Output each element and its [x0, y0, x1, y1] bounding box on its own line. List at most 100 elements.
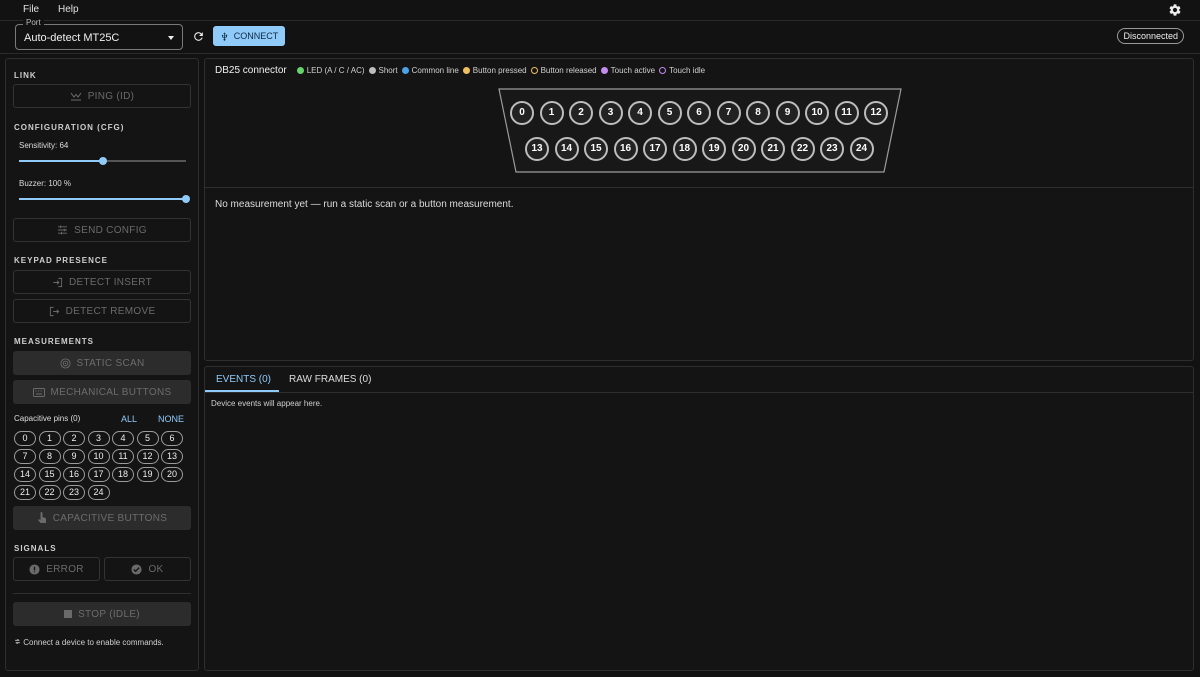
db25-pin[interactable]: 21 — [761, 137, 785, 161]
menu-file[interactable]: File — [23, 4, 39, 15]
legend-dot-icon — [659, 67, 667, 74]
link-section-title: LINK — [14, 71, 37, 80]
refresh-icon[interactable] — [192, 30, 205, 43]
error-button[interactable]: ERROR — [13, 557, 100, 581]
sensitivity-thumb[interactable] — [98, 157, 107, 165]
db25-pin[interactable]: 24 — [849, 137, 874, 161]
capacitive-pin-chip[interactable]: 11 — [112, 449, 134, 464]
capacitive-pin-chip[interactable]: 20 — [161, 467, 183, 482]
capacitive-pin-chip[interactable]: 21 — [14, 485, 36, 500]
db25-pin[interactable]: 13 — [525, 137, 549, 161]
capacitive-pin-chip[interactable]: 7 — [14, 449, 36, 464]
db25-pin[interactable]: 12 — [864, 101, 888, 125]
connect-button[interactable]: CONNECT — [213, 26, 285, 46]
detect-insert-button[interactable]: DETECT INSERT — [13, 270, 191, 294]
db25-pin[interactable]: 14 — [554, 137, 579, 161]
db25-pin[interactable]: 23 — [820, 137, 844, 161]
capacitive-pin-chip[interactable]: 16 — [63, 467, 85, 482]
capacitive-pin-chip[interactable]: 24 — [87, 485, 110, 500]
capacitive-pin-chip[interactable]: 18 — [112, 467, 134, 482]
capacitive-pin-chip[interactable]: 4 — [112, 431, 134, 446]
no-measurement-message: No measurement yet — run a static scan o… — [215, 199, 514, 210]
db25-pin[interactable]: 4 — [628, 101, 652, 125]
capacitive-pin-chip[interactable]: 2 — [63, 431, 85, 446]
detect-remove-label: DETECT REMOVE — [65, 305, 156, 317]
legend-dot-icon — [368, 67, 376, 74]
tab-divider — [205, 392, 1193, 393]
capacitive-pin-chip[interactable]: 13 — [161, 449, 183, 464]
port-value: Auto-detect MT25C — [24, 32, 120, 44]
capacitive-pin-chip[interactable]: 22 — [38, 485, 61, 500]
ping-icon — [70, 92, 82, 101]
db25-pin[interactable]: 11 — [834, 101, 859, 125]
gear-icon[interactable] — [1168, 3, 1182, 17]
login-icon — [53, 277, 63, 287]
select-none-link[interactable]: NONE — [158, 414, 184, 424]
hint-text: Connect a device to enable commands. — [14, 638, 164, 647]
capacitive-pin-chip[interactable]: 19 — [136, 467, 159, 482]
legend-item: Short — [368, 66, 398, 75]
tab-raw-frames[interactable]: RAW FRAMES (0) — [289, 374, 371, 385]
tab-events[interactable]: EVENTS (0) — [216, 374, 271, 385]
legend-item: Touch idle — [659, 66, 705, 75]
db25-pin[interactable]: 1 — [539, 101, 564, 125]
capacitive-pin-chip[interactable]: 0 — [14, 431, 36, 446]
db25-pin[interactable]: 16 — [613, 137, 638, 161]
capacitive-pin-chip[interactable]: 8 — [38, 449, 61, 464]
ping-label: PING (ID) — [87, 90, 135, 102]
error-icon — [29, 563, 40, 575]
db25-pin[interactable]: 9 — [775, 101, 800, 125]
static-scan-button[interactable]: STATIC SCAN — [13, 351, 191, 375]
send-config-button[interactable]: SEND CONFIG — [13, 218, 191, 242]
legend-item: Common line — [401, 66, 459, 75]
capacitive-pin-chip[interactable]: 14 — [14, 467, 36, 482]
capacitive-pin-chip[interactable]: 12 — [136, 449, 159, 464]
capacitive-pin-chip[interactable]: 9 — [63, 449, 85, 464]
legend-dot-icon — [401, 67, 409, 74]
divider — [13, 593, 191, 594]
usb-icon — [221, 31, 227, 41]
capacitive-pin-chip[interactable]: 15 — [38, 467, 61, 482]
ping-button[interactable]: PING (ID) — [13, 84, 191, 108]
buzzer-thumb[interactable] — [182, 195, 190, 203]
ok-label: OK — [148, 563, 164, 575]
db25-pin[interactable]: 6 — [687, 101, 711, 125]
capacitive-pin-chip[interactable]: 23 — [63, 485, 85, 500]
capacitive-pin-chip[interactable]: 1 — [38, 431, 61, 446]
detect-remove-button[interactable]: DETECT REMOVE — [13, 299, 191, 323]
db25-pin[interactable]: 2 — [569, 101, 593, 125]
mechanical-buttons-button[interactable]: MECHANICAL BUTTONS — [13, 380, 191, 404]
sensitivity-slider[interactable] — [19, 157, 186, 165]
db25-pin[interactable]: 5 — [657, 101, 682, 125]
capacitive-buttons-button[interactable]: CAPACITIVE BUTTONS — [13, 506, 191, 530]
db25-pin[interactable]: 10 — [805, 101, 829, 125]
db25-pin[interactable]: 0 — [510, 101, 534, 125]
ok-button[interactable]: OK — [104, 557, 191, 581]
static-scan-label: STATIC SCAN — [76, 357, 145, 369]
keyboard-icon — [32, 387, 45, 397]
db25-pin[interactable]: 15 — [584, 137, 608, 161]
db25-pin[interactable]: 7 — [716, 101, 741, 125]
db25-pin[interactable]: 3 — [598, 101, 623, 125]
connector-title: DB25 connector — [215, 65, 287, 76]
legend-item: Touch active — [600, 66, 655, 75]
menu-help[interactable]: Help — [58, 4, 79, 15]
capacitive-pin-chip[interactable]: 17 — [87, 467, 110, 482]
stop-button[interactable]: STOP (IDLE) — [13, 602, 191, 626]
db25-pin[interactable]: 18 — [672, 137, 697, 161]
port-select[interactable]: Port Auto-detect MT25C — [15, 18, 183, 50]
db25-pin[interactable]: 19 — [702, 137, 726, 161]
capacitive-pin-chip[interactable]: 6 — [161, 431, 183, 446]
buzzer-slider[interactable] — [19, 195, 190, 203]
db25-pin[interactable]: 8 — [746, 101, 770, 125]
select-all-link[interactable]: ALL — [121, 414, 137, 424]
capacitive-pin-chip[interactable]: 3 — [87, 431, 110, 446]
capacitive-pin-chip[interactable]: 5 — [136, 431, 159, 446]
legend-item: LED (A / C / AC) — [296, 66, 365, 75]
buzzer-label: Buzzer: 100 % — [19, 179, 72, 188]
db25-pin[interactable]: 17 — [643, 137, 667, 161]
db25-pin[interactable]: 22 — [790, 137, 815, 161]
capacitive-pin-chip[interactable]: 10 — [87, 449, 110, 464]
db25-pin[interactable]: 20 — [731, 137, 756, 161]
legend-label: Touch idle — [669, 66, 706, 75]
